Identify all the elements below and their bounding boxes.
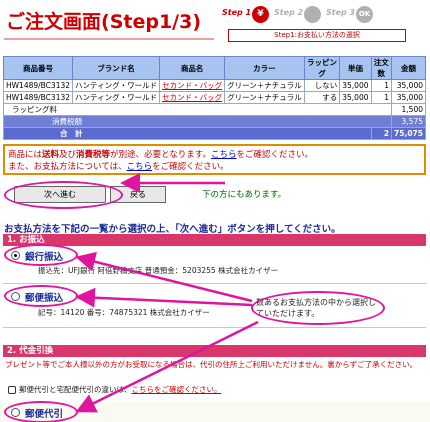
order-table: 商品番号 ブランド名 商品名 カラー ラッピング 単価 注文数 金額 HW148…: [2, 56, 426, 140]
product-color: グリーン＋ナチュラル: [224, 79, 305, 92]
tax-amount: 3,575: [391, 115, 426, 128]
total-row: 合 計 2 75,075: [3, 127, 426, 140]
line-amount: 35,000: [391, 79, 426, 92]
wrapping-option: する: [303, 91, 341, 104]
yen-icon: ¥: [252, 6, 269, 23]
product-code: HW1489/BC3132: [2, 79, 74, 92]
table-row: HW1489/BC3132 ハンティング・ワールド セカンド・バッグ グリーン＋…: [2, 91, 426, 104]
step-indicator: (Step1/3): [101, 11, 202, 33]
column-header: 商品名: [159, 56, 226, 80]
step-2-label: Step 2: [274, 8, 304, 17]
divider: [3, 283, 426, 284]
notice-box: 商品には送料及び消費税等が別途、必要となります。こちらをご確認ください。 また、…: [3, 144, 426, 175]
notice-text: が別途、必要となります。: [110, 150, 211, 160]
line-amount: 35,000: [391, 91, 426, 104]
product-code: HW1489/BC3132: [2, 91, 74, 104]
below-note: 下の方にもあります。: [202, 190, 287, 200]
total-amount: 75,075: [391, 127, 426, 140]
step-caption: Step1:お支払い方法の選択: [228, 29, 406, 42]
highlight-ellipse: [4, 401, 78, 422]
notice-shipping: 送料: [42, 150, 60, 160]
column-header: 注文数: [370, 56, 393, 80]
quantity: 1: [370, 79, 393, 92]
cod-info: 郵便代引と宅配便代引の違いは、こちらをご確認ください。: [8, 384, 222, 395]
column-header: ラッピング: [303, 56, 341, 80]
cod-info-link[interactable]: こちらをご確認ください。: [132, 385, 222, 394]
notice-text: また、お支払方法については、: [8, 162, 127, 172]
divider: [3, 327, 426, 328]
product-name-link[interactable]: セカンド・バッグ: [159, 91, 226, 104]
highlight-ellipse: [4, 181, 123, 209]
column-header: 単価: [339, 56, 372, 80]
step-progress: Step 1 ¥ Step 2 Step 3 OK Step1:お支払い方法の選…: [222, 4, 422, 42]
wrapping-option: しない: [303, 79, 341, 92]
tax-row: 消費税額 3,575: [2, 115, 426, 128]
notice-text: をご確認ください。: [152, 162, 229, 172]
step-1-label: Step 1: [222, 8, 252, 17]
column-header: ブランド名: [72, 56, 161, 80]
wrapping-fee-row: ラッピング料 1,500: [2, 103, 426, 116]
notice-line-1: 商品には送料及び消費税等が別途、必要となります。こちらをご確認ください。: [8, 149, 421, 161]
step-2-icon: [304, 6, 321, 23]
total-label: 合 計: [3, 127, 372, 140]
section-bank-transfer-header: 1. お振込: [3, 234, 426, 246]
total-quantity: 2: [370, 127, 393, 140]
notice-text: 商品には: [8, 150, 43, 160]
payment-info-link[interactable]: こちら: [127, 162, 153, 172]
notice-link[interactable]: こちら: [211, 150, 237, 160]
notice-tax: 消費税等: [76, 150, 111, 160]
highlight-ellipse: [4, 285, 78, 307]
wrapping-fee-amount: 1,500: [391, 103, 426, 116]
table-header-row: 商品番号 ブランド名 商品名 カラー ラッピング 単価 注文数 金額: [2, 56, 426, 80]
product-color: グリーン＋ナチュラル: [224, 91, 305, 104]
memo-icon: [8, 386, 16, 394]
quantity: 1: [370, 91, 393, 104]
postal-transfer-detail: 記号：14120 番号：74875321 株式会社カイザー: [38, 308, 210, 317]
step-3-label: Step 3: [326, 8, 356, 17]
column-header: 商品番号: [2, 56, 74, 80]
notice-text: をご確認ください。: [236, 150, 313, 160]
page-title-text: ご注文画面: [6, 11, 102, 33]
column-header: 金額: [391, 56, 426, 80]
callout-ellipse: [251, 291, 385, 325]
instruction-text: お支払方法を下記の一覧から選択の上、「次へ進む」ボタンを押してください。: [4, 224, 341, 235]
column-header: カラー: [224, 56, 305, 80]
highlight-ellipse: [4, 244, 78, 266]
notice-line-2: また、お支払方法については、こちらをご確認ください。: [8, 161, 421, 173]
title-divider: [4, 38, 214, 40]
arrow-to-postal-transfer: [75, 287, 253, 308]
cod-warning: プレゼント等でご本人様以外の方がお受取になる場合は、代引の住所上ご利用いただけま…: [5, 360, 418, 369]
ok-icon: OK: [356, 6, 373, 23]
bank-transfer-detail: 振込先：UFJ銀行 阿倍野橋支店 普通預金：5203255 株式会社カイザー: [38, 266, 279, 275]
unit-price: 35,000: [339, 91, 372, 104]
wrapping-fee-label: ラッピング料: [2, 103, 393, 116]
unit-price: 35,000: [339, 79, 372, 92]
cod-info-text: 郵便代引と宅配便代引の違いは、: [19, 385, 132, 394]
page-title: ご注文画面(Step1/3): [6, 7, 201, 34]
table-row: HW1489/BC3132 ハンティング・ワールド セカンド・バッグ グリーン＋…: [2, 79, 426, 92]
product-name-link[interactable]: セカンド・バッグ: [159, 79, 226, 92]
section-cod-header: 2. 代金引換: [3, 345, 426, 357]
brand-name: ハンティング・ワールド: [72, 79, 161, 92]
tax-label: 消費税額: [2, 115, 393, 128]
notice-text: 及び: [59, 150, 77, 160]
brand-name: ハンティング・ワールド: [72, 91, 161, 104]
